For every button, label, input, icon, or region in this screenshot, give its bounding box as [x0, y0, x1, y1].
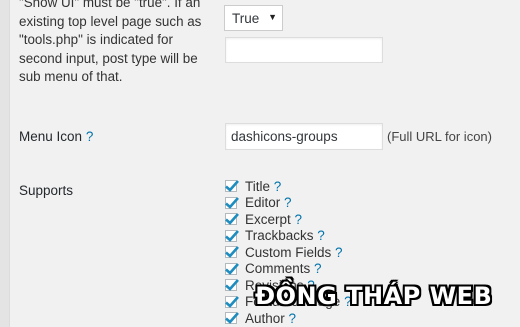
trackbacks-help-link[interactable]: ? [317, 228, 325, 243]
watermark-logo-text: ĐỒNG THÁP WEB [255, 282, 493, 310]
author-help-link[interactable]: ? [289, 311, 297, 326]
select-value: True [232, 11, 260, 26]
menu-icon-hint: (Full URL for icon) [387, 129, 492, 144]
custom-fields-checkbox[interactable] [225, 246, 239, 259]
supports-item-title: Title ? [225, 178, 352, 195]
custom-fields-help-link[interactable]: ? [335, 245, 343, 260]
checkmark-icon [225, 196, 239, 209]
checkmark-icon [225, 262, 239, 275]
menu-icon-label: Menu Icon ? [19, 129, 93, 144]
comments-help-link[interactable]: ? [314, 261, 322, 276]
title-help-link[interactable]: ? [274, 179, 282, 194]
title-checkbox[interactable] [225, 180, 239, 193]
editor-checkbox[interactable] [225, 196, 239, 209]
custom-fields-label: Custom Fields [245, 244, 332, 260]
checkmark-icon [225, 279, 239, 292]
checkmark-icon [225, 295, 239, 308]
checkmark-icon [225, 312, 239, 325]
comments-label: Comments [245, 261, 311, 277]
excerpt-label: Excerpt [245, 211, 291, 227]
trackbacks-checkbox[interactable] [225, 229, 239, 242]
supports-label: Supports [19, 183, 74, 198]
supports-item-trackbacks: Trackbacks ? [225, 228, 352, 245]
excerpt-checkbox[interactable] [225, 213, 239, 226]
supports-item-custom-fields: Custom Fields ? [225, 244, 352, 261]
supports-item-comments: Comments ? [225, 261, 352, 278]
checkmark-icon [225, 229, 239, 242]
show-in-menu-description: "Show UI" must be "true". If an existing… [19, 0, 202, 84]
menu-icon-input[interactable] [225, 123, 383, 150]
menu-icon-label-text: Menu Icon [19, 129, 83, 144]
excerpt-help-link[interactable]: ? [295, 212, 303, 227]
supports-item-author: Author ? [225, 310, 352, 327]
left-border-strip [0, 0, 10, 327]
supports-item-excerpt: Excerpt ? [225, 211, 352, 228]
show-in-menu-select[interactable]: True ▼ [224, 5, 283, 31]
editor-label: Editor [245, 195, 281, 211]
show-in-menu-parent-input[interactable] [225, 37, 383, 63]
author-label: Author [245, 310, 285, 326]
editor-help-link[interactable]: ? [284, 195, 292, 210]
checkmark-icon [225, 180, 239, 193]
chevron-down-icon: ▼ [268, 12, 277, 22]
author-checkbox[interactable] [225, 312, 239, 325]
menu-icon-help-link[interactable]: ? [86, 129, 94, 144]
revisions-checkbox[interactable] [225, 279, 239, 292]
featured-image-checkbox[interactable] [225, 295, 239, 308]
checkmark-icon [225, 246, 239, 259]
supports-item-editor: Editor ? [225, 195, 352, 212]
comments-checkbox[interactable] [225, 262, 239, 275]
trackbacks-label: Trackbacks [245, 228, 314, 244]
title-label: Title [245, 178, 271, 194]
checkmark-icon [225, 213, 239, 226]
